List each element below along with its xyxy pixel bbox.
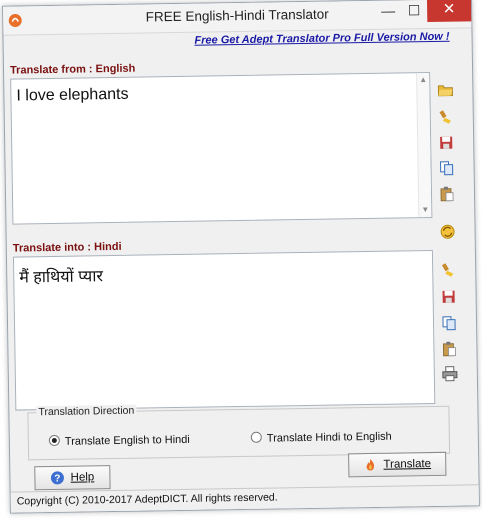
direction-group-label: Translation Direction <box>36 404 137 419</box>
close-button[interactable]: ✕ <box>426 0 472 23</box>
swap-icon[interactable] <box>439 224 455 240</box>
clear-brush-icon[interactable] <box>438 109 454 125</box>
radio-hindi-to-english-label: Translate Hindi to English <box>266 430 392 445</box>
minimize-button[interactable]: — <box>375 0 401 22</box>
clear-brush-icon[interactable] <box>440 262 456 278</box>
scroll-up-icon[interactable]: ▲ <box>417 74 429 86</box>
print-icon[interactable] <box>442 366 458 382</box>
open-folder-icon[interactable] <box>437 82 453 98</box>
target-label: Translate into : Hindi <box>12 240 122 255</box>
help-button[interactable]: ? Help <box>34 465 111 491</box>
radio-hindi-to-english[interactable]: Translate Hindi to English <box>250 430 392 445</box>
target-text: मैं हाथियों प्यार <box>19 268 104 287</box>
copyright-text: Copyright (C) 2010-2017 AdeptDICT. All r… <box>16 491 278 508</box>
source-text: I love elephants <box>16 85 129 105</box>
radio-unselected-icon <box>250 431 262 443</box>
copy-icon[interactable] <box>441 315 457 331</box>
paste-icon[interactable] <box>441 341 457 357</box>
help-icon: ? <box>51 471 65 484</box>
source-label: Translate from : English <box>9 62 136 77</box>
svg-text:?: ? <box>54 473 60 484</box>
radio-english-to-hindi-label: Translate English to Hindi <box>64 433 190 448</box>
translate-fire-icon <box>366 458 375 471</box>
maximize-button[interactable]: ☐ <box>401 0 427 22</box>
paste-icon[interactable] <box>439 186 455 202</box>
radio-selected-icon <box>48 434 60 447</box>
source-scrollbar[interactable]: ▲ ▼ <box>416 73 432 218</box>
promo-link[interactable]: Free Get Adept Translator Pro Full Versi… <box>194 31 449 47</box>
translator-window: FREE English-Hindi Translator — ☐ ✕ Free… <box>2 0 480 514</box>
copy-icon[interactable] <box>438 160 454 176</box>
source-textarea[interactable]: I love elephants ▲ ▼ <box>10 72 433 225</box>
title-bar: FREE English-Hindi Translator — ☐ ✕ <box>3 0 472 36</box>
scroll-down-icon[interactable]: ▼ <box>419 204 431 216</box>
save-icon[interactable] <box>441 289 457 305</box>
help-button-label: Help <box>70 471 95 484</box>
target-textarea[interactable]: मैं हाथियों प्यार <box>12 249 436 411</box>
translate-button[interactable]: Translate <box>348 451 447 478</box>
radio-english-to-hindi[interactable]: Translate English to Hindi <box>48 433 190 448</box>
translate-button-label: Translate <box>383 458 432 471</box>
save-icon[interactable] <box>438 135 454 151</box>
